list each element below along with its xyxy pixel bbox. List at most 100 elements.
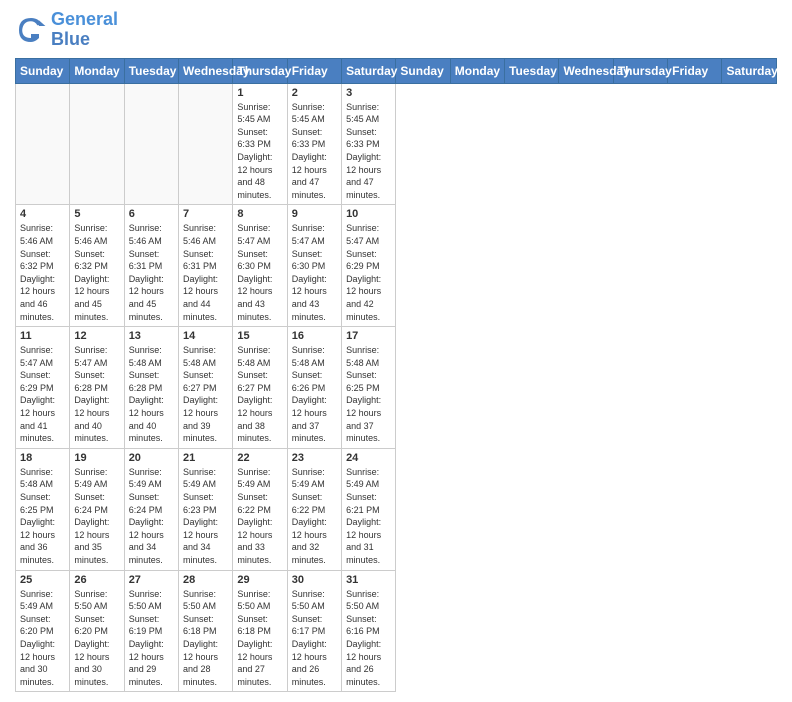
- day-cell: [70, 83, 124, 205]
- day-info: Sunrise: 5:49 AM Sunset: 6:24 PM Dayligh…: [74, 466, 119, 567]
- day-number: 10: [346, 208, 391, 220]
- week-row-3: 11Sunrise: 5:47 AM Sunset: 6:29 PM Dayli…: [16, 327, 777, 449]
- day-cell: [16, 83, 70, 205]
- day-cell: 16 Sunrise: 5:48 AM Sunset: 6:26 PM Dayli…: [287, 327, 341, 449]
- day-info: Sunrise: 5:50 AM Sunset: 6:17 PM Dayligh…: [292, 588, 337, 689]
- day-info: Sunrise: 5:50 AM Sunset: 6:18 PM Dayligh…: [237, 588, 282, 689]
- page-header: General Blue: [15, 10, 777, 50]
- day-number: 6: [129, 208, 174, 220]
- week-row-1: 1 Sunrise: 5:45 AM Sunset: 6:33 PM Daylig…: [16, 83, 777, 205]
- day-number: 26: [74, 574, 119, 586]
- day-number: 1: [237, 87, 282, 99]
- week-row-2: 4 Sunrise: 5:46 AM Sunset: 6:32 PM Daylig…: [16, 205, 777, 327]
- day-number: 16: [292, 330, 337, 342]
- day-number: 15: [237, 330, 282, 342]
- day-number: 7: [183, 208, 228, 220]
- day-cell: 29 Sunrise: 5:50 AM Sunset: 6:18 PM Dayli…: [233, 570, 287, 692]
- day-info: Sunrise: 5:50 AM Sunset: 6:16 PM Dayligh…: [346, 588, 391, 689]
- day-cell: 7Sunrise: 5:46 AM Sunset: 6:31 PM Daylig…: [179, 205, 233, 327]
- day-number: 9: [292, 208, 337, 220]
- day-cell: 14 Sunrise: 5:48 AM Sunset: 6:27 PM Dayli…: [179, 327, 233, 449]
- day-number: 31: [346, 574, 391, 586]
- day-cell: 25 Sunrise: 5:49 AM Sunset: 6:20 PM Dayli…: [16, 570, 70, 692]
- col-header-wednesday: Wednesday: [179, 58, 233, 83]
- day-number: 5: [74, 208, 119, 220]
- day-cell: 10 Sunrise: 5:47 AM Sunset: 6:29 PM Dayli…: [342, 205, 396, 327]
- day-cell: 18Sunrise: 5:48 AM Sunset: 6:25 PM Dayli…: [16, 448, 70, 570]
- day-info: Sunrise: 5:45 AM Sunset: 6:33 PM Dayligh…: [237, 101, 282, 202]
- day-number: 20: [129, 452, 174, 464]
- logo-text: General Blue: [51, 10, 118, 50]
- col-header-sunday: Sunday: [396, 58, 450, 83]
- day-number: 24: [346, 452, 391, 464]
- day-number: 29: [237, 574, 282, 586]
- col-header-thursday: Thursday: [233, 58, 287, 83]
- logo: General Blue: [15, 10, 118, 50]
- day-number: 12: [74, 330, 119, 342]
- day-number: 25: [20, 574, 65, 586]
- day-number: 17: [346, 330, 391, 342]
- day-info: Sunrise: 5:50 AM Sunset: 6:18 PM Dayligh…: [183, 588, 228, 689]
- day-cell: 23Sunrise: 5:49 AM Sunset: 6:22 PM Dayli…: [287, 448, 341, 570]
- day-cell: 31 Sunrise: 5:50 AM Sunset: 6:16 PM Dayli…: [342, 570, 396, 692]
- day-info: Sunrise: 5:50 AM Sunset: 6:19 PM Dayligh…: [129, 588, 174, 689]
- day-cell: 30 Sunrise: 5:50 AM Sunset: 6:17 PM Dayli…: [287, 570, 341, 692]
- day-cell: 8 Sunrise: 5:47 AM Sunset: 6:30 PM Daylig…: [233, 205, 287, 327]
- week-row-4: 18Sunrise: 5:48 AM Sunset: 6:25 PM Dayli…: [16, 448, 777, 570]
- col-header-tuesday: Tuesday: [505, 58, 559, 83]
- col-header-saturday: Saturday: [342, 58, 396, 83]
- day-number: 27: [129, 574, 174, 586]
- logo-icon: [15, 14, 47, 46]
- day-info: Sunrise: 5:47 AM Sunset: 6:30 PM Dayligh…: [292, 222, 337, 323]
- day-info: Sunrise: 5:49 AM Sunset: 6:23 PM Dayligh…: [183, 466, 228, 567]
- day-cell: [179, 83, 233, 205]
- col-header-sunday: Sunday: [16, 58, 70, 83]
- day-number: 14: [183, 330, 228, 342]
- day-cell: 19Sunrise: 5:49 AM Sunset: 6:24 PM Dayli…: [70, 448, 124, 570]
- day-cell: 13 Sunrise: 5:48 AM Sunset: 6:28 PM Dayli…: [124, 327, 178, 449]
- col-header-tuesday: Tuesday: [124, 58, 178, 83]
- day-info: Sunrise: 5:45 AM Sunset: 6:33 PM Dayligh…: [346, 101, 391, 202]
- day-info: Sunrise: 5:48 AM Sunset: 6:28 PM Dayligh…: [129, 344, 174, 445]
- day-number: 4: [20, 208, 65, 220]
- day-info: Sunrise: 5:49 AM Sunset: 6:21 PM Dayligh…: [346, 466, 391, 567]
- day-cell: [124, 83, 178, 205]
- header-row: SundayMondayTuesdayWednesdayThursdayFrid…: [16, 58, 777, 83]
- col-header-saturday: Saturday: [722, 58, 777, 83]
- col-header-monday: Monday: [70, 58, 124, 83]
- day-cell: 3Sunrise: 5:45 AM Sunset: 6:33 PM Daylig…: [342, 83, 396, 205]
- day-cell: 21Sunrise: 5:49 AM Sunset: 6:23 PM Dayli…: [179, 448, 233, 570]
- day-info: Sunrise: 5:48 AM Sunset: 6:27 PM Dayligh…: [237, 344, 282, 445]
- day-info: Sunrise: 5:47 AM Sunset: 6:29 PM Dayligh…: [346, 222, 391, 323]
- day-cell: 26Sunrise: 5:50 AM Sunset: 6:20 PM Dayli…: [70, 570, 124, 692]
- day-info: Sunrise: 5:46 AM Sunset: 6:31 PM Dayligh…: [129, 222, 174, 323]
- day-info: Sunrise: 5:46 AM Sunset: 6:32 PM Dayligh…: [74, 222, 119, 323]
- week-row-5: 25 Sunrise: 5:49 AM Sunset: 6:20 PM Dayli…: [16, 570, 777, 692]
- day-number: 11: [20, 330, 65, 342]
- day-cell: 28Sunrise: 5:50 AM Sunset: 6:18 PM Dayli…: [179, 570, 233, 692]
- day-cell: 11Sunrise: 5:47 AM Sunset: 6:29 PM Dayli…: [16, 327, 70, 449]
- day-cell: 17Sunrise: 5:48 AM Sunset: 6:25 PM Dayli…: [342, 327, 396, 449]
- day-cell: 20Sunrise: 5:49 AM Sunset: 6:24 PM Dayli…: [124, 448, 178, 570]
- day-number: 22: [237, 452, 282, 464]
- col-header-wednesday: Wednesday: [559, 58, 613, 83]
- day-info: Sunrise: 5:47 AM Sunset: 6:30 PM Dayligh…: [237, 222, 282, 323]
- day-number: 8: [237, 208, 282, 220]
- day-cell: 24 Sunrise: 5:49 AM Sunset: 6:21 PM Dayli…: [342, 448, 396, 570]
- day-number: 2: [292, 87, 337, 99]
- day-number: 13: [129, 330, 174, 342]
- day-cell: 27 Sunrise: 5:50 AM Sunset: 6:19 PM Dayli…: [124, 570, 178, 692]
- day-cell: 1 Sunrise: 5:45 AM Sunset: 6:33 PM Daylig…: [233, 83, 287, 205]
- day-info: Sunrise: 5:45 AM Sunset: 6:33 PM Dayligh…: [292, 101, 337, 202]
- day-number: 30: [292, 574, 337, 586]
- day-info: Sunrise: 5:46 AM Sunset: 6:32 PM Dayligh…: [20, 222, 65, 323]
- day-info: Sunrise: 5:49 AM Sunset: 6:20 PM Dayligh…: [20, 588, 65, 689]
- col-header-friday: Friday: [668, 58, 722, 83]
- day-cell: 4 Sunrise: 5:46 AM Sunset: 6:32 PM Daylig…: [16, 205, 70, 327]
- day-cell: 22Sunrise: 5:49 AM Sunset: 6:22 PM Dayli…: [233, 448, 287, 570]
- calendar-table: SundayMondayTuesdayWednesdayThursdayFrid…: [15, 58, 777, 693]
- col-header-monday: Monday: [450, 58, 504, 83]
- day-info: Sunrise: 5:48 AM Sunset: 6:26 PM Dayligh…: [292, 344, 337, 445]
- day-info: Sunrise: 5:48 AM Sunset: 6:27 PM Dayligh…: [183, 344, 228, 445]
- day-info: Sunrise: 5:48 AM Sunset: 6:25 PM Dayligh…: [20, 466, 65, 567]
